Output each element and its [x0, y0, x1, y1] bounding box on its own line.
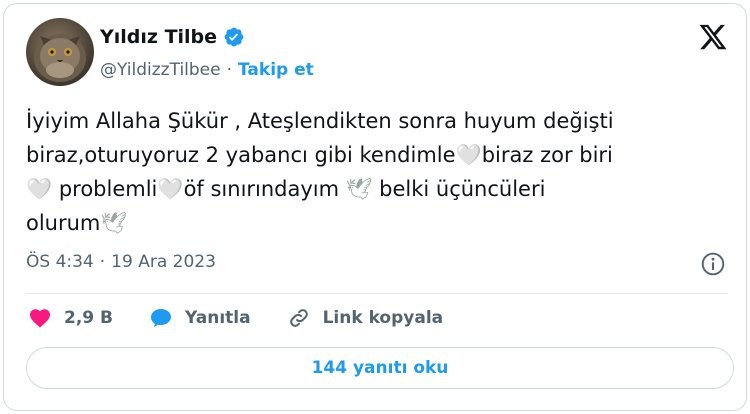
reply-button[interactable]: Yanıtla [149, 306, 251, 330]
tweet-line-4a: olurum [26, 211, 101, 235]
white-heart-emoji: 🤍 [455, 143, 482, 167]
divider [26, 293, 728, 294]
tweet-card: Yıldız Tilbe @YildizzTilbee · Takip et İ… [3, 3, 747, 411]
cat-avatar-image [34, 34, 86, 82]
author-handle[interactable]: @YildizzTilbee [100, 60, 221, 80]
reply-bubble-icon [151, 309, 171, 327]
like-count: 2,9 B [64, 308, 113, 328]
link-icon [289, 309, 308, 327]
tweet-timestamp[interactable]: ÖS 4:34 · 19 Ara 2023 [26, 252, 216, 272]
handle-separator: · [226, 60, 233, 80]
tweet-time: ÖS 4:34 [26, 252, 94, 272]
dove-emoji: 🕊 [345, 177, 373, 201]
meta-separator: · [99, 252, 106, 272]
tweet-line-3b: öf sınırındayım [183, 177, 346, 201]
tweet-text: İyiyim Allaha Şükür , Ateşlendikten sonr… [26, 104, 726, 240]
display-name[interactable]: Yıldız Tilbe [100, 26, 217, 48]
white-heart-emoji: 🤍 [157, 177, 184, 201]
verified-badge-icon [223, 26, 245, 48]
reply-label: Yanıtla [185, 308, 251, 328]
white-heart-emoji: 🤍 [26, 177, 53, 201]
tweet-line-3a: problemli [52, 177, 158, 201]
info-icon[interactable] [700, 251, 726, 277]
tweet-line-1: İyiyim Allaha Şükür , Ateşlendikten sonr… [26, 109, 614, 133]
author-handle-row: @YildizzTilbee · Takip et [100, 60, 314, 80]
follow-button[interactable]: Takip et [238, 60, 314, 80]
tweet-line-3c: belki üçüncüleri [372, 177, 546, 201]
like-button[interactable]: 2,9 B [28, 306, 113, 330]
tweet-actions: 2,9 B Yanıtla Link kopyala [28, 306, 479, 330]
author-name-row: Yıldız Tilbe [100, 26, 245, 48]
copy-link-label: Link kopyala [322, 308, 444, 328]
dove-emoji: 🕊 [100, 211, 128, 235]
tweet-line-2a: biraz,oturuyoruz 2 yabancı gibi kendimle [26, 143, 456, 167]
x-logo-icon[interactable] [698, 22, 728, 52]
avatar[interactable] [26, 18, 94, 86]
tweet-line-2b: biraz zor biri [481, 143, 613, 167]
read-replies-button[interactable]: 144 yanıtı oku [26, 347, 734, 389]
tweet-date: 19 Ara 2023 [111, 252, 216, 272]
heart-icon [30, 309, 50, 328]
copy-link-button[interactable]: Link kopyala [287, 306, 444, 330]
